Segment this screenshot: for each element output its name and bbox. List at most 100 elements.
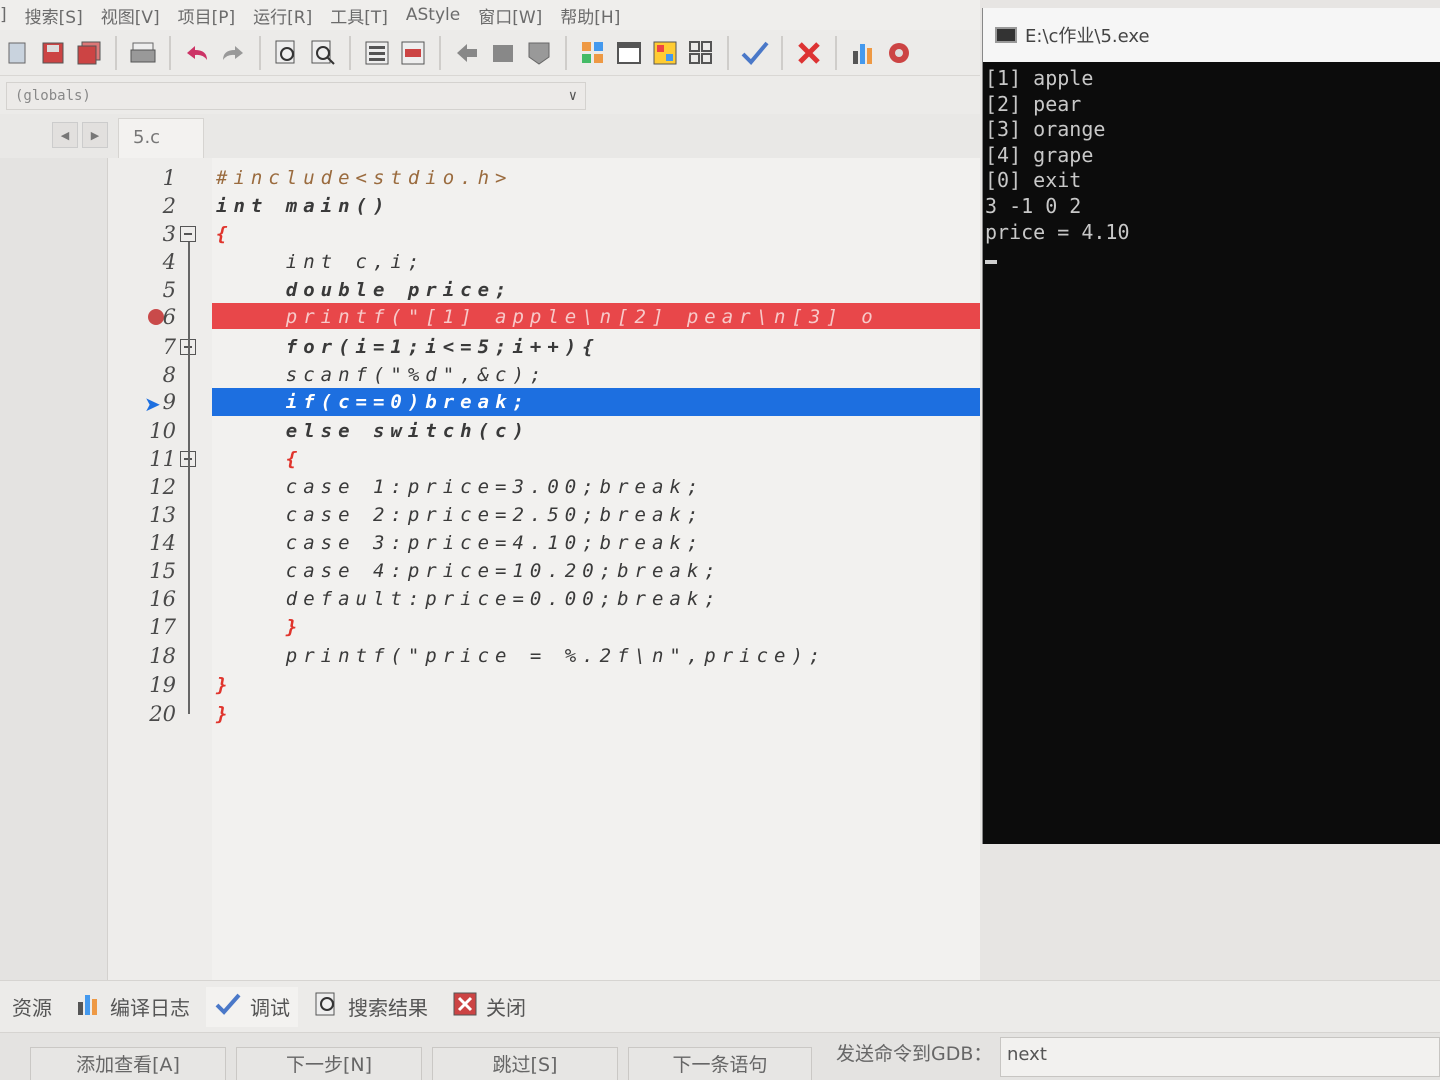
menu-item-run[interactable]: 运行[R] bbox=[253, 3, 330, 28]
menu-item-search[interactable]: 搜索[S] bbox=[25, 3, 101, 28]
console-line: 3 -1 0 2 bbox=[985, 193, 1082, 218]
tab-search-results-label: 搜索结果 bbox=[348, 996, 428, 1020]
forward-icon[interactable] bbox=[488, 38, 518, 68]
find-icon[interactable] bbox=[272, 38, 302, 68]
line-number: 17 bbox=[149, 615, 176, 639]
next-statement-button[interactable]: 下一条语句 bbox=[628, 1047, 812, 1080]
toolbar-separator bbox=[169, 35, 171, 70]
console-title: E:\c作业\5.exe bbox=[1025, 26, 1150, 47]
unindent-icon[interactable] bbox=[398, 38, 428, 68]
project-panel bbox=[0, 158, 108, 980]
tab-debug[interactable]: 调试 bbox=[206, 986, 298, 1027]
line-number: 2 bbox=[162, 194, 176, 218]
layout-icon[interactable] bbox=[650, 38, 680, 68]
code-text: printf("price = %.2f\n",price); bbox=[216, 645, 827, 667]
console-line: [2] pear bbox=[985, 91, 1082, 116]
save-icon[interactable] bbox=[38, 38, 68, 68]
bottom-panel-tabs: 资源 编译日志 调试 搜索结果 关闭 bbox=[0, 980, 1440, 1032]
find-icon bbox=[314, 991, 340, 1022]
code-line: 10 else switch(c) bbox=[108, 417, 980, 445]
new-file-icon[interactable] bbox=[2, 38, 32, 68]
line-number: 5 bbox=[162, 278, 176, 302]
toolbar-separator bbox=[835, 35, 837, 70]
back-icon[interactable] bbox=[452, 38, 482, 68]
code-editor[interactable]: 1 #include<stdio.h> 2 int main() 3 { 4 i… bbox=[108, 158, 980, 980]
line-number: 8 bbox=[162, 363, 176, 387]
console-window[interactable]: E:\c作业\5.exe [1] apple [2] pear [3] orange… bbox=[982, 8, 1440, 844]
tab-resources-label: 资源 bbox=[12, 996, 52, 1020]
print-icon[interactable] bbox=[128, 38, 158, 68]
menu-item-tools[interactable]: 工具[T] bbox=[330, 3, 406, 28]
indent-icon[interactable] bbox=[362, 38, 392, 68]
code-text: int c,i; bbox=[216, 251, 426, 273]
skip-button[interactable]: 跳过[S] bbox=[432, 1047, 618, 1080]
check-icon[interactable] bbox=[740, 38, 770, 68]
undo-icon[interactable] bbox=[182, 38, 212, 68]
tab-file[interactable]: 5.c bbox=[118, 118, 204, 158]
menu-item-window[interactable]: 窗口[W] bbox=[478, 3, 560, 28]
menu-item-astyle[interactable]: AStyle bbox=[406, 5, 478, 25]
code-line: 16 default:price=0.00;break; bbox=[108, 585, 980, 613]
grid-icon[interactable] bbox=[578, 38, 608, 68]
code-line: 8 scanf("%d",&c); bbox=[108, 361, 980, 389]
chart-icon[interactable] bbox=[848, 38, 878, 68]
tab-search-results[interactable]: 搜索结果 bbox=[306, 987, 436, 1027]
code-line: 2 int main() bbox=[108, 192, 980, 220]
console-output[interactable]: [1] apple [2] pear [3] orange [4] grape [0] … bbox=[983, 62, 1440, 844]
menu-item-project[interactable]: 项目[P] bbox=[178, 3, 254, 28]
bookmark-icon[interactable] bbox=[524, 38, 554, 68]
tab-close[interactable]: 关闭 bbox=[444, 987, 534, 1027]
code-line: 18 printf("price = %.2f\n",price); bbox=[108, 642, 980, 670]
menu-item-view[interactable]: 视图[V] bbox=[101, 3, 178, 28]
code-text: { bbox=[216, 448, 304, 470]
code-text: } bbox=[216, 703, 234, 725]
line-number: 3 bbox=[162, 222, 176, 246]
scope-bar: (globals) ∨ bbox=[0, 76, 980, 114]
console-titlebar[interactable]: E:\c作业\5.exe bbox=[983, 8, 1440, 62]
line-number: 10 bbox=[149, 419, 176, 443]
add-watch-button[interactable]: 添加查看[A] bbox=[30, 1047, 226, 1080]
redo-icon[interactable] bbox=[218, 38, 248, 68]
line-number: 1 bbox=[162, 166, 176, 190]
window-icon[interactable] bbox=[614, 38, 644, 68]
tab-compile-log[interactable]: 编译日志 bbox=[68, 987, 198, 1027]
tab-resources[interactable]: 资源 bbox=[4, 987, 60, 1027]
scope-select[interactable]: (globals) ∨ bbox=[6, 82, 586, 110]
console-line: [1] apple bbox=[985, 66, 1094, 90]
tab-debug-label: 调试 bbox=[250, 996, 290, 1020]
line-number: 12 bbox=[149, 475, 176, 499]
code-line: 20 } bbox=[108, 700, 980, 728]
fold-guide bbox=[188, 242, 190, 714]
line-number: 11 bbox=[149, 447, 176, 471]
menu-item-help[interactable]: 帮助[H] bbox=[560, 3, 638, 28]
toolbar-separator bbox=[439, 35, 441, 70]
save-all-icon[interactable] bbox=[74, 38, 104, 68]
menu-item-edit-fragment[interactable]: ] bbox=[0, 5, 25, 25]
line-number: 13 bbox=[149, 503, 176, 527]
line-number: 15 bbox=[149, 559, 176, 583]
line-number: 19 bbox=[149, 673, 176, 697]
toolbar bbox=[0, 30, 980, 76]
fold-collapse-icon[interactable] bbox=[180, 226, 196, 242]
code-line-breakpoint: 6 printf("[1] apple\n[2] pear\n[3] o bbox=[108, 303, 980, 331]
profile-icon[interactable] bbox=[884, 38, 914, 68]
tab-scroll-left-icon[interactable]: ◀ bbox=[52, 122, 78, 148]
scope-select-value: (globals) bbox=[15, 88, 91, 104]
toolbar-separator bbox=[259, 35, 261, 70]
tab-scroll-right-icon[interactable]: ▶ bbox=[82, 122, 108, 148]
toolbar-separator bbox=[349, 35, 351, 70]
code-line: 7 for(i=1;i<=5;i++){ bbox=[108, 333, 980, 361]
replace-icon[interactable] bbox=[308, 38, 338, 68]
code-line: 4 int c,i; bbox=[108, 248, 980, 276]
code-text: case 2:price=2.50;break; bbox=[216, 504, 705, 526]
close-x-icon[interactable] bbox=[794, 38, 824, 68]
code-line: 15 case 4:price=10.20;break; bbox=[108, 557, 980, 585]
code-text: int main() bbox=[216, 195, 391, 217]
line-number: 7 bbox=[162, 335, 176, 359]
gdb-command-input[interactable]: next bbox=[1000, 1037, 1440, 1077]
next-step-button[interactable]: 下一步[N] bbox=[236, 1047, 422, 1080]
code-line: 5 double price; bbox=[108, 276, 980, 304]
tiles-icon[interactable] bbox=[686, 38, 716, 68]
console-line: [4] grape bbox=[985, 142, 1094, 167]
console-line: [0] exit bbox=[985, 168, 1082, 193]
